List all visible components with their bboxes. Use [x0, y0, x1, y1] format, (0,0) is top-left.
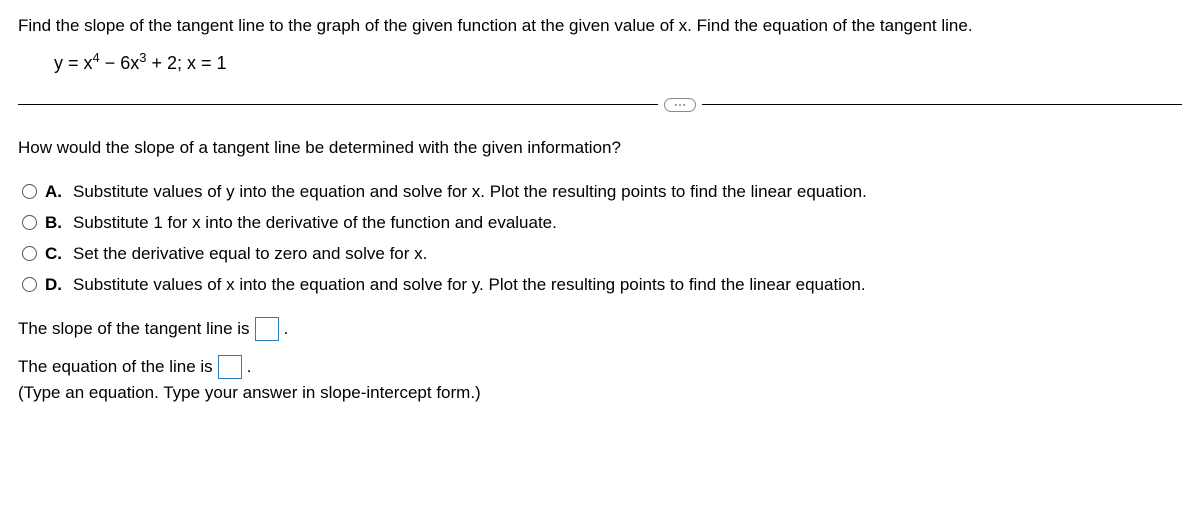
slope-input[interactable] — [255, 317, 279, 341]
equation-answer-line: The equation of the line is . — [18, 355, 1182, 379]
radio-icon[interactable] — [22, 215, 37, 230]
eqline-prefix: The equation of the line is — [18, 357, 213, 377]
option-b[interactable]: B. Substitute 1 for x into the derivativ… — [22, 213, 1182, 233]
option-letter: D. — [45, 275, 65, 295]
option-d[interactable]: D. Substitute values of x into the equat… — [22, 275, 1182, 295]
slope-suffix: . — [284, 319, 289, 339]
dot-icon — [675, 104, 677, 106]
option-text: Substitute 1 for x into the derivative o… — [73, 213, 557, 233]
section-divider — [18, 98, 1182, 112]
dot-icon — [679, 104, 681, 106]
equation-input[interactable] — [218, 355, 242, 379]
option-letter: B. — [45, 213, 65, 233]
sub-question: How would the slope of a tangent line be… — [18, 138, 1182, 158]
radio-icon[interactable] — [22, 184, 37, 199]
given-equation: y = x4 − 6x3 + 2; x = 1 — [54, 53, 1182, 74]
question-prompt: Find the slope of the tangent line to th… — [18, 14, 1182, 39]
option-text: Substitute values of x into the equation… — [73, 275, 866, 295]
option-c[interactable]: C. Set the derivative equal to zero and … — [22, 244, 1182, 264]
expand-button[interactable] — [664, 98, 696, 112]
radio-icon[interactable] — [22, 246, 37, 261]
option-letter: C. — [45, 244, 65, 264]
slope-answer-line: The slope of the tangent line is . — [18, 317, 1182, 341]
dot-icon — [683, 104, 685, 106]
answer-hint: (Type an equation. Type your answer in s… — [18, 383, 1182, 403]
eqline-suffix: . — [247, 357, 252, 377]
options-group: A. Substitute values of y into the equat… — [22, 182, 1182, 295]
divider-left — [18, 104, 658, 105]
radio-icon[interactable] — [22, 277, 37, 292]
option-a[interactable]: A. Substitute values of y into the equat… — [22, 182, 1182, 202]
option-text: Set the derivative equal to zero and sol… — [73, 244, 427, 264]
slope-prefix: The slope of the tangent line is — [18, 319, 250, 339]
option-letter: A. — [45, 182, 65, 202]
option-text: Substitute values of y into the equation… — [73, 182, 867, 202]
divider-right — [702, 104, 1182, 105]
